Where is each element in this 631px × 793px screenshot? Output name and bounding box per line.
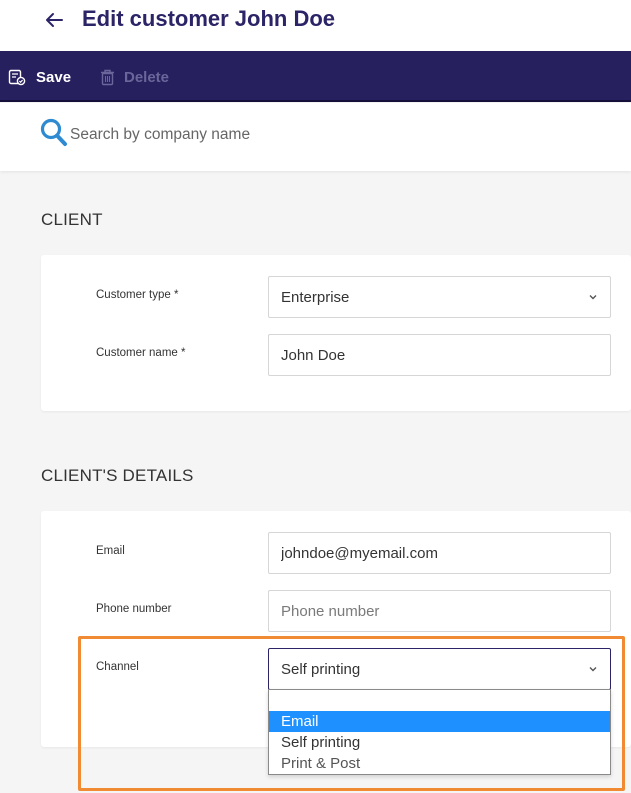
- save-label: Save: [36, 68, 72, 86]
- search-icon[interactable]: [40, 118, 68, 148]
- email-label: Email: [96, 545, 125, 557]
- trash-icon: [101, 69, 114, 85]
- dropdown-option-self-printing[interactable]: Self printing: [269, 732, 610, 753]
- customer-name-field[interactable]: [268, 334, 611, 376]
- phone-field[interactable]: [268, 590, 611, 632]
- chevron-down-icon: [589, 667, 597, 672]
- details-section-title: CLIENT'S DETAILS: [41, 466, 194, 485]
- save-icon: [8, 69, 26, 85]
- channel-select[interactable]: Self printing: [268, 648, 611, 690]
- page-header: Edit customer John Doe: [0, 0, 631, 51]
- dropdown-option-print-post[interactable]: Print & Post: [269, 753, 610, 774]
- customer-type-value: Enterprise: [281, 288, 350, 306]
- page-title: Edit customer John Doe: [82, 6, 336, 31]
- channel-label: Channel: [96, 661, 139, 673]
- delete-label: Delete: [124, 68, 170, 86]
- email-field[interactable]: [268, 532, 611, 574]
- customer-type-label: Customer type *: [96, 289, 179, 301]
- action-toolbar: Save Delete: [0, 51, 631, 102]
- search-bar: [0, 103, 631, 171]
- dropdown-empty-option[interactable]: [269, 690, 610, 711]
- channel-dropdown-list: Email Self printing Print & Post: [268, 689, 611, 775]
- back-arrow-icon[interactable]: [42, 8, 66, 32]
- dropdown-option-email[interactable]: Email: [269, 711, 610, 732]
- customer-name-label: Customer name *: [96, 347, 186, 359]
- search-input[interactable]: [70, 121, 570, 149]
- client-section-title: CLIENT: [41, 210, 103, 229]
- chevron-down-icon: [589, 295, 597, 300]
- phone-label: Phone number: [96, 603, 172, 615]
- customer-type-select[interactable]: Enterprise: [268, 276, 611, 318]
- channel-value: Self printing: [281, 660, 361, 678]
- delete-button[interactable]: Delete: [100, 66, 169, 88]
- save-button[interactable]: Save: [8, 66, 71, 88]
